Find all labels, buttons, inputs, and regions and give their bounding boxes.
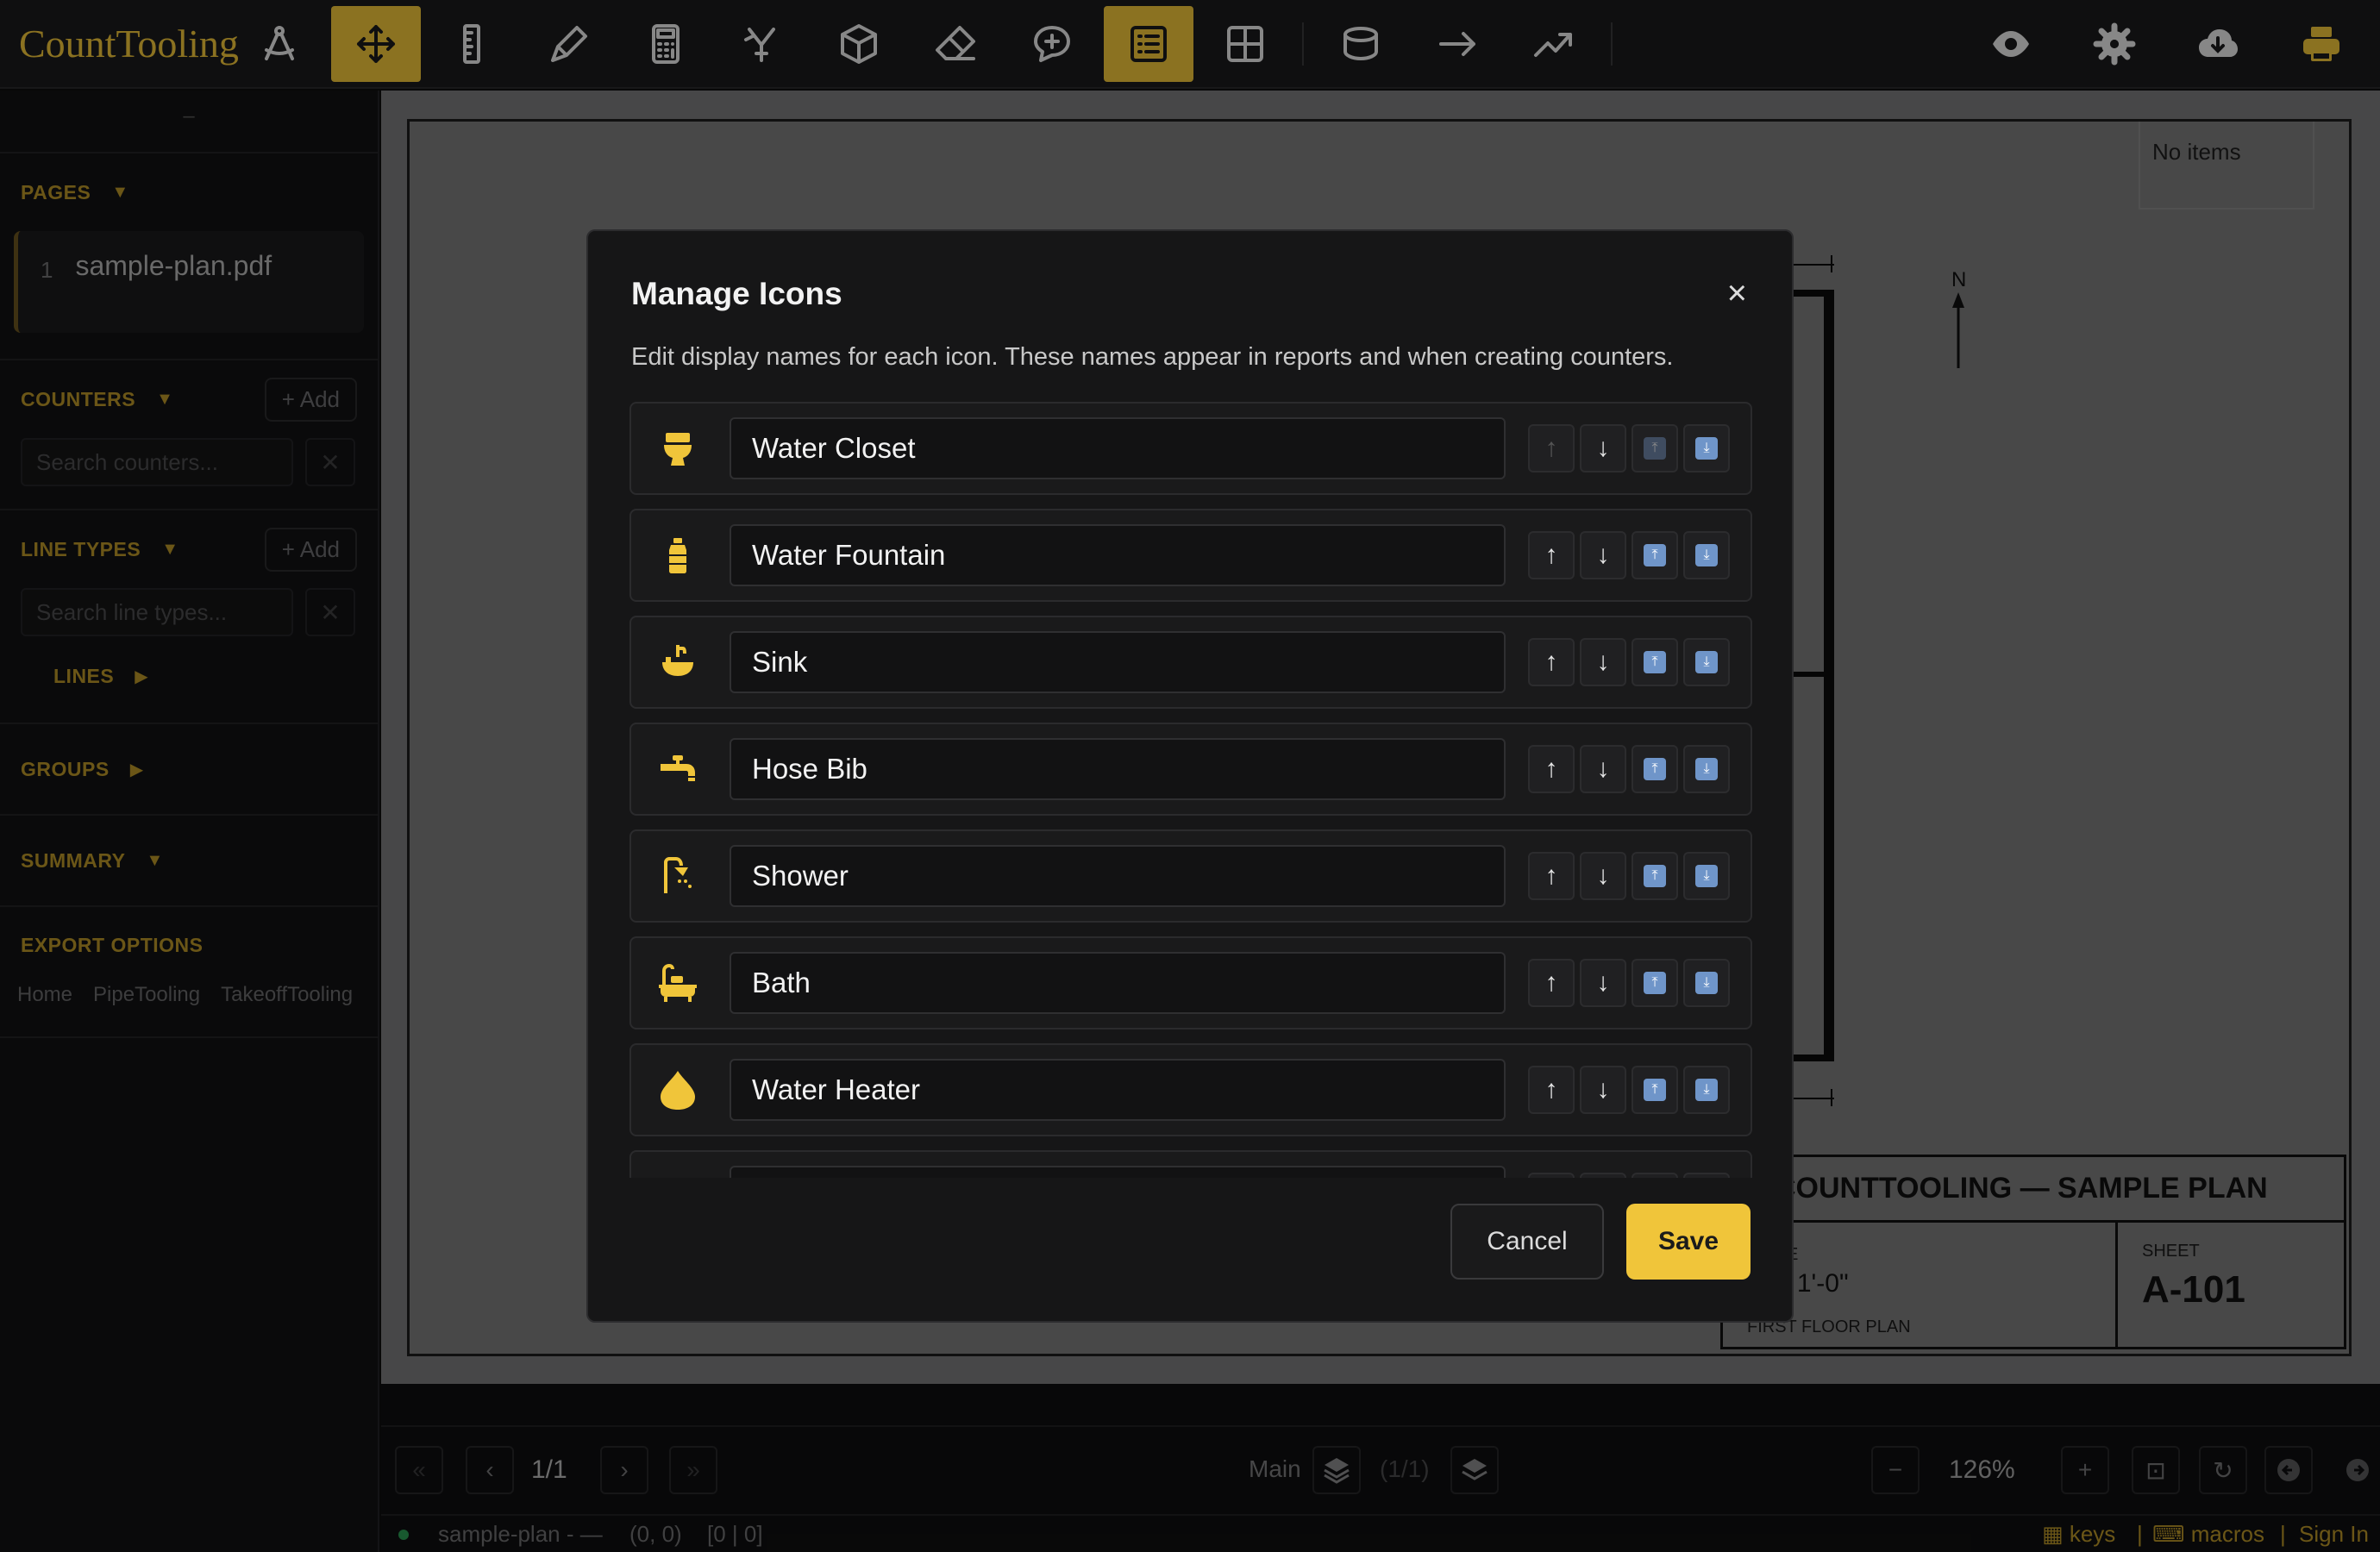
sink-icon: [662, 645, 693, 676]
move-to-bottom-button[interactable]: ⤓: [1683, 959, 1730, 1007]
toilet-icon: [664, 433, 692, 466]
icon-name-input[interactable]: [730, 631, 1506, 693]
move-up-button[interactable]: ↑: [1528, 745, 1575, 793]
bath-icon: [659, 963, 697, 1002]
reorder-buttons: ↑ ↓ ⤒ ⤓: [1528, 852, 1730, 900]
move-up-button[interactable]: [1528, 1173, 1575, 1178]
move-to-bottom-button[interactable]: [1683, 1173, 1730, 1178]
icon-row: ↑ ↓ ⤒ ⤓: [629, 829, 1752, 923]
icon-name-input[interactable]: [730, 1166, 1506, 1178]
icon-list[interactable]: ↑ ↓ ⤒ ⤓ ↑ ↓ ⤒ ⤓: [629, 402, 1752, 1178]
chevrons-down-icon: ⤓: [1695, 651, 1718, 673]
chevrons-up-icon: ⤒: [1644, 437, 1666, 460]
move-to-bottom-button[interactable]: ⤓: [1683, 852, 1730, 900]
icon-row: ↑ ↓ ⤒ ⤓: [629, 1043, 1752, 1136]
shower-icon: [664, 857, 692, 893]
chevrons-up-icon: ⤒: [1644, 758, 1666, 780]
chevrons-down-icon: ⤓: [1695, 758, 1718, 780]
move-up-button[interactable]: ↑: [1528, 638, 1575, 686]
modal-backdrop[interactable]: Manage Icons × Edit display names for ea…: [0, 0, 2380, 1552]
reorder-buttons: ↑ ↓ ⤒ ⤓: [1528, 424, 1730, 472]
move-down-button[interactable]: ↓: [1580, 424, 1626, 472]
move-down-button[interactable]: ↓: [1580, 852, 1626, 900]
reorder-buttons: ↑ ↓ ⤒ ⤓: [1528, 1066, 1730, 1114]
move-to-top-button[interactable]: ⤒: [1632, 638, 1678, 686]
move-to-bottom-button[interactable]: ⤓: [1683, 531, 1730, 579]
icon-name-input[interactable]: [730, 845, 1506, 907]
chevrons-up-icon: ⤒: [1644, 544, 1666, 566]
faucet-icon: [661, 755, 695, 781]
reorder-buttons: ↑ ↓ ⤒ ⤓: [1528, 531, 1730, 579]
chevrons-up-icon: ⤒: [1644, 651, 1666, 673]
move-to-top-button[interactable]: ⤒: [1632, 531, 1678, 579]
move-to-top-button[interactable]: [1632, 1173, 1678, 1178]
move-up-button[interactable]: ↑: [1528, 531, 1575, 579]
move-to-bottom-button[interactable]: ⤓: [1683, 424, 1730, 472]
dialog-title: Manage Icons: [631, 276, 842, 311]
reorder-buttons: ↑ ↓ ⤒ ⤓: [1528, 638, 1730, 686]
move-to-top-button[interactable]: ⤒: [1632, 959, 1678, 1007]
move-to-bottom-button[interactable]: ⤓: [1683, 638, 1730, 686]
move-down-button[interactable]: ↓: [1580, 745, 1626, 793]
bottle-icon: [669, 538, 686, 573]
move-up-button[interactable]: ↑: [1528, 959, 1575, 1007]
move-down-button[interactable]: ↓: [1580, 959, 1626, 1007]
chevrons-up-icon: ⤒: [1644, 1079, 1666, 1101]
cancel-button[interactable]: Cancel: [1450, 1204, 1604, 1280]
droplet-icon: [661, 1071, 695, 1110]
chevrons-down-icon: ⤓: [1695, 972, 1718, 994]
move-up-button[interactable]: ↑: [1528, 1066, 1575, 1114]
move-down-button[interactable]: ↓: [1580, 531, 1626, 579]
icon-row: ↑ ↓ ⤒ ⤓: [629, 723, 1752, 816]
icon-name-input[interactable]: [730, 524, 1506, 586]
chevrons-down-icon: ⤓: [1695, 865, 1718, 887]
move-to-bottom-button[interactable]: ⤓: [1683, 745, 1730, 793]
icon-row: ↑ ↓ ⤒ ⤓: [629, 616, 1752, 709]
move-up-button[interactable]: ↑: [1528, 852, 1575, 900]
close-icon[interactable]: ×: [1727, 274, 1747, 313]
icon-row: ↑ ↓ ⤒ ⤓: [629, 509, 1752, 602]
icon-name-input[interactable]: [730, 1059, 1506, 1121]
move-down-button[interactable]: ↓: [1580, 1066, 1626, 1114]
reorder-buttons: ↑ ↓ ⤒ ⤓: [1528, 959, 1730, 1007]
reorder-buttons: ↑ ↓ ⤒ ⤓: [1528, 745, 1730, 793]
chevrons-up-icon: ⤒: [1644, 972, 1666, 994]
move-down-button[interactable]: ↓: [1580, 638, 1626, 686]
chevrons-down-icon: ⤓: [1695, 544, 1718, 566]
move-to-top-button[interactable]: ⤒: [1632, 852, 1678, 900]
dialog-description: Edit display names for each icon. These …: [631, 343, 1674, 371]
move-up-button[interactable]: ↑: [1528, 424, 1575, 472]
move-to-top-button[interactable]: ⤒: [1632, 1066, 1678, 1114]
dialog-footer: Cancel Save: [1450, 1204, 1751, 1280]
chevrons-up-icon: ⤒: [1644, 865, 1666, 887]
icon-name-input[interactable]: [730, 738, 1506, 800]
move-to-top-button[interactable]: ⤒: [1632, 745, 1678, 793]
move-to-top-button[interactable]: ⤒: [1632, 424, 1678, 472]
icon-row: ↑ ↓ ⤒ ⤓: [629, 402, 1752, 495]
move-to-bottom-button[interactable]: ⤓: [1683, 1066, 1730, 1114]
icon-row: [629, 1150, 1752, 1178]
icon-name-input[interactable]: [730, 952, 1506, 1014]
icon-name-input[interactable]: [730, 417, 1506, 479]
chevrons-down-icon: ⤓: [1695, 1079, 1718, 1101]
icon-row: ↑ ↓ ⤒ ⤓: [629, 936, 1752, 1029]
chevrons-down-icon: ⤓: [1695, 437, 1718, 460]
move-down-button[interactable]: [1580, 1173, 1626, 1178]
save-button[interactable]: Save: [1626, 1204, 1751, 1280]
manage-icons-dialog: Manage Icons × Edit display names for ea…: [586, 229, 1794, 1323]
reorder-buttons: [1528, 1173, 1730, 1178]
